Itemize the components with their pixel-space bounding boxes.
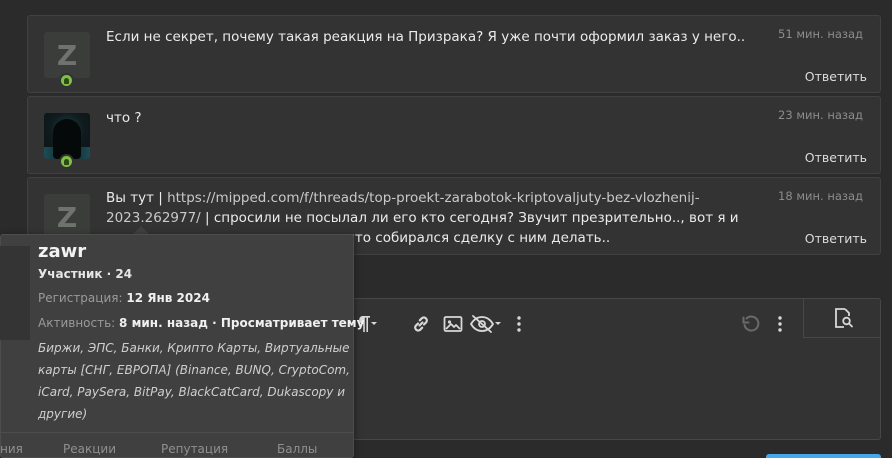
activity-value[interactable]: 8 мин. назад · Просматривает тему (119, 316, 364, 330)
member-about: Биржи, ЭПС, Банки, Крипто Карты, Виртуал… (38, 341, 350, 421)
hide-icon[interactable] (468, 313, 502, 335)
tooltip-avatar[interactable] (0, 246, 30, 340)
stat-reputation-label: Репутация (161, 442, 229, 456)
message-time[interactable]: 18 мин. назад (778, 189, 863, 203)
reply-button[interactable]: Ответить (805, 69, 867, 84)
undo-icon[interactable] (739, 313, 763, 335)
preview-button[interactable] (803, 298, 881, 338)
member-name[interactable]: zawr (38, 241, 86, 262)
more-vertical-icon[interactable] (773, 313, 787, 335)
user-avatar[interactable] (44, 113, 90, 159)
member-role: Участник · 24 (38, 267, 133, 281)
preview-icon (834, 307, 853, 328)
registration-label: Регистрация: (38, 291, 123, 305)
message-text: Если не секрет, почему такая реакция на … (106, 29, 746, 45)
online-status-icon (59, 73, 74, 88)
more-vertical-icon[interactable] (512, 313, 526, 335)
message-1: Z Если не секрет, почему такая реакция н… (27, 15, 881, 93)
message-2: что ? 23 мин. назад Ответить (27, 96, 881, 174)
stat-messages-label: ния (0, 442, 23, 456)
submit-button[interactable] (766, 454, 881, 458)
message-time[interactable]: 23 мин. назад (778, 108, 863, 122)
link-icon[interactable] (409, 313, 433, 335)
registration-line: Регистрация: 12 Янв 2024 (38, 291, 210, 305)
stat-reactions-label: Реакции (63, 442, 116, 456)
message-time[interactable]: 51 мин. назад (778, 27, 863, 41)
reply-button[interactable]: Ответить (805, 150, 867, 165)
hooded-figure-icon (53, 119, 81, 159)
activity-label: Активность: (38, 316, 116, 330)
message-text: что ? (106, 110, 142, 126)
online-status-icon (59, 154, 74, 169)
stat-points-label: Баллы (277, 442, 318, 456)
registration-value: 12 Янв 2024 (126, 291, 210, 305)
message-text-prefix: Вы тут | (106, 190, 168, 206)
activity-line: Активность: 8 мин. назад · Просматривает… (38, 316, 364, 330)
user-avatar[interactable]: Z (44, 32, 90, 78)
image-icon[interactable] (441, 313, 465, 335)
reply-button[interactable]: Ответить (805, 231, 867, 246)
